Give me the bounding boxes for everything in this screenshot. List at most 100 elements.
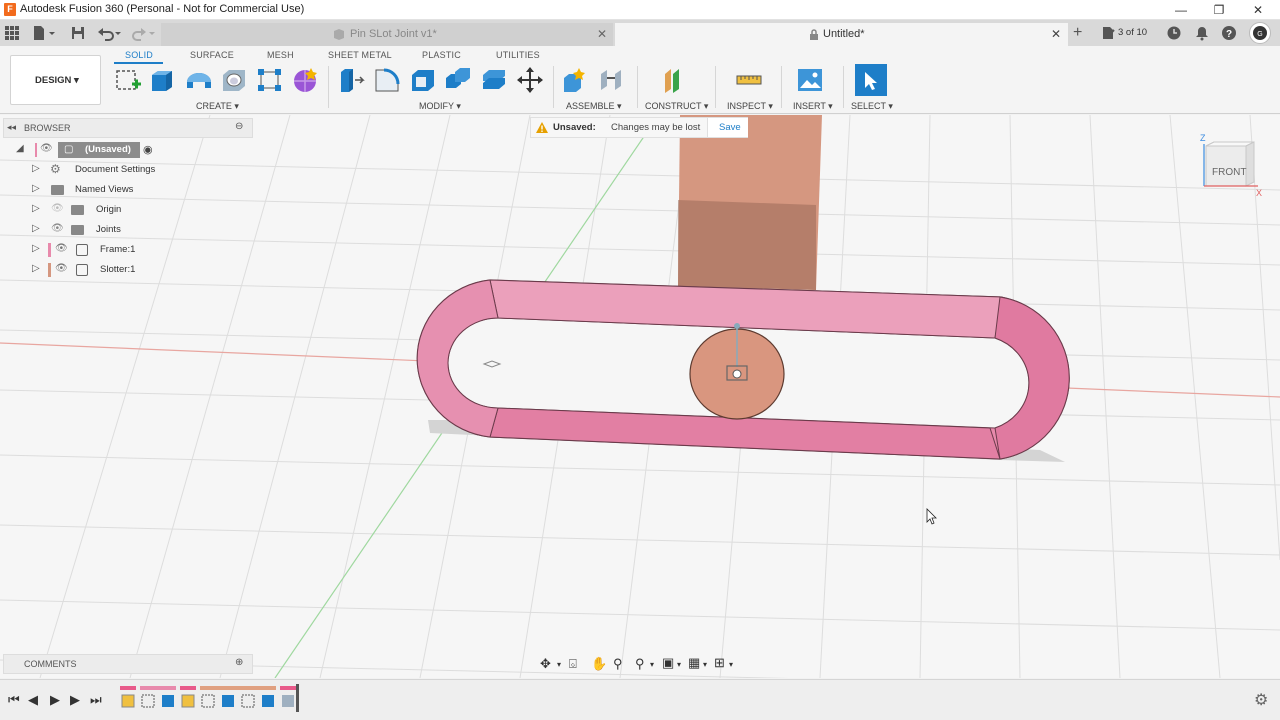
select-icon[interactable] [855,64,887,96]
browser-panel-header[interactable]: ◂◂ BROWSER ⊖ [3,118,253,138]
timeline-marker[interactable] [296,684,299,712]
timeline-next-icon[interactable]: ▶ [70,692,80,708]
timeline-last-icon[interactable]: ⏭ [90,692,102,708]
expand-arrow-icon[interactable]: ▷ [32,183,40,194]
viewports-icon[interactable]: ⊞ [714,655,725,671]
group-insert[interactable]: INSERT ▾ [793,101,833,112]
ribbon-tab-mesh[interactable]: MESH [267,50,294,60]
ribbon-tab-surface[interactable]: SURFACE [190,50,234,60]
new-component-icon[interactable] [561,66,589,94]
restore-button[interactable]: ❐ [1211,2,1227,18]
data-panel-grid-icon[interactable] [4,25,20,41]
tab-pin-slot-joint[interactable]: Pin SLot Joint v1* ✕ [161,23,613,46]
expand-arrow-icon[interactable]: ▷ [32,223,40,234]
group-construct[interactable]: CONSTRUCT ▾ [645,101,708,112]
expand-arrow-icon[interactable]: ▷ [32,243,40,254]
tab-close-icon[interactable]: ✕ [597,27,607,41]
unsaved-message: Changes may be lost [611,122,701,133]
undo-icon[interactable] [97,25,123,41]
group-inspect[interactable]: INSPECT ▾ [727,101,773,112]
expand-arrow-icon[interactable]: ▷ [32,163,40,174]
visibility-eye-icon[interactable]: 👁 [55,243,68,254]
insert-canvas-icon[interactable] [796,66,824,94]
tree-item-joints[interactable]: ▷ 👁 Joints [0,220,250,240]
add-comment-icon[interactable]: ⊕ [235,657,243,668]
move-copy-icon[interactable] [516,66,544,94]
ribbon-tab-utilities[interactable]: UTILITIES [496,50,540,60]
orbit-icon[interactable]: ✥ [540,656,551,672]
save-button[interactable]: Save [707,118,748,137]
tab-untitled[interactable]: Untitled* ✕ [615,23,1068,46]
tree-item-origin[interactable]: ▷ 👁 Origin [0,200,250,220]
press-pull-icon[interactable] [337,66,365,94]
visibility-eye-icon[interactable]: 👁 [51,223,64,234]
joint-icon[interactable] [597,66,625,94]
viewcube[interactable]: FRONT Z X [1196,132,1266,202]
tree-item-document-settings[interactable]: ▷ ⚙ Document Settings [0,160,250,180]
redo-icon[interactable] [131,25,157,41]
root-component-pill[interactable]: ▢ (Unsaved) [58,142,140,158]
create-form-icon[interactable] [291,66,319,94]
create-sketch-icon[interactable] [114,66,142,94]
grid-dropdown-icon[interactable]: ▾ [703,660,707,669]
timeline-features[interactable] [120,692,300,710]
viewports-dropdown-icon[interactable]: ▾ [729,660,733,669]
ribbon-tab-solid[interactable]: SOLID [125,50,153,60]
zoom-icon[interactable]: ⚲ [613,656,623,672]
tree-item-frame[interactable]: ▷ 👁 Frame:1 [0,240,250,260]
job-status[interactable]: 3 of 10 [1101,25,1161,41]
visibility-eye-icon[interactable]: 👁 [40,143,53,154]
minimize-button[interactable]: — [1173,2,1189,18]
look-at-icon[interactable]: ⌺ [569,656,577,672]
group-assemble[interactable]: ASSEMBLE ▾ [566,101,622,112]
measure-icon[interactable] [735,66,763,94]
expand-arrow-icon[interactable]: ◢ [16,143,24,154]
revolve-icon[interactable] [185,66,213,94]
workspace-switcher[interactable]: DESIGN ▾ [10,55,101,105]
rectangular-pattern-icon[interactable] [256,66,284,94]
group-select[interactable]: SELECT ▾ [851,101,893,112]
notifications-bell-icon[interactable] [1194,25,1210,41]
expand-arrow-icon[interactable]: ▷ [32,203,40,214]
hole-icon[interactable] [220,66,248,94]
browser-minimize-icon[interactable]: ⊖ [235,121,243,132]
group-modify[interactable]: MODIFY ▾ [419,101,461,112]
fit-zoom-icon[interactable]: ⚲ [635,656,645,672]
timeline-settings-gear-icon[interactable]: ⚙ [1254,690,1268,710]
timeline-first-icon[interactable]: ⏮ [8,692,20,708]
grid-settings-icon[interactable]: ▦ [688,655,700,671]
file-menu-icon[interactable] [32,25,58,41]
collapse-panel-icon[interactable]: ◂◂ [7,122,16,133]
split-body-icon[interactable] [480,66,508,94]
save-icon[interactable] [70,25,86,41]
display-settings-icon[interactable]: ▣ [662,655,674,671]
visibility-hidden-eye-icon[interactable]: 👁 [51,203,64,214]
user-avatar[interactable]: G [1249,22,1271,44]
activate-radio-icon[interactable]: ◉ [143,143,153,156]
extrude-icon[interactable] [149,66,177,94]
tree-item-named-views[interactable]: ▷ Named Views [0,180,250,200]
group-create[interactable]: CREATE ▾ [196,101,239,112]
clock-icon[interactable] [1166,25,1182,41]
tree-item-slotter[interactable]: ▷ 👁 Slotter:1 [0,260,250,280]
fit-dropdown-icon[interactable]: ▾ [650,660,654,669]
help-icon[interactable]: ? [1221,25,1237,41]
combine-icon[interactable] [444,66,472,94]
fillet-icon[interactable] [373,66,401,94]
close-window-button[interactable]: ✕ [1250,2,1266,18]
pan-hand-icon[interactable]: ✋ [591,656,607,672]
display-dropdown-icon[interactable]: ▾ [677,660,681,669]
expand-arrow-icon[interactable]: ▷ [32,263,40,274]
orbit-dropdown-icon[interactable]: ▾ [557,660,561,669]
timeline-previous-icon[interactable]: ◀ [28,692,38,708]
ribbon-tab-plastic[interactable]: PLASTIC [422,50,461,60]
timeline-play-icon[interactable]: ▶ [50,692,60,708]
tree-root[interactable]: ◢ 👁 ▢ (Unsaved) ◉ [0,140,250,160]
comments-panel-header[interactable]: COMMENTS ⊕ [3,654,253,674]
ribbon-tab-sheet-metal[interactable]: SHEET METAL [328,50,392,60]
tab-close-icon[interactable]: ✕ [1051,27,1061,41]
offset-plane-icon[interactable] [661,66,689,94]
shell-icon[interactable] [409,66,437,94]
new-tab-plus-icon[interactable]: + [1073,25,1082,41]
visibility-eye-icon[interactable]: 👁 [55,263,68,274]
